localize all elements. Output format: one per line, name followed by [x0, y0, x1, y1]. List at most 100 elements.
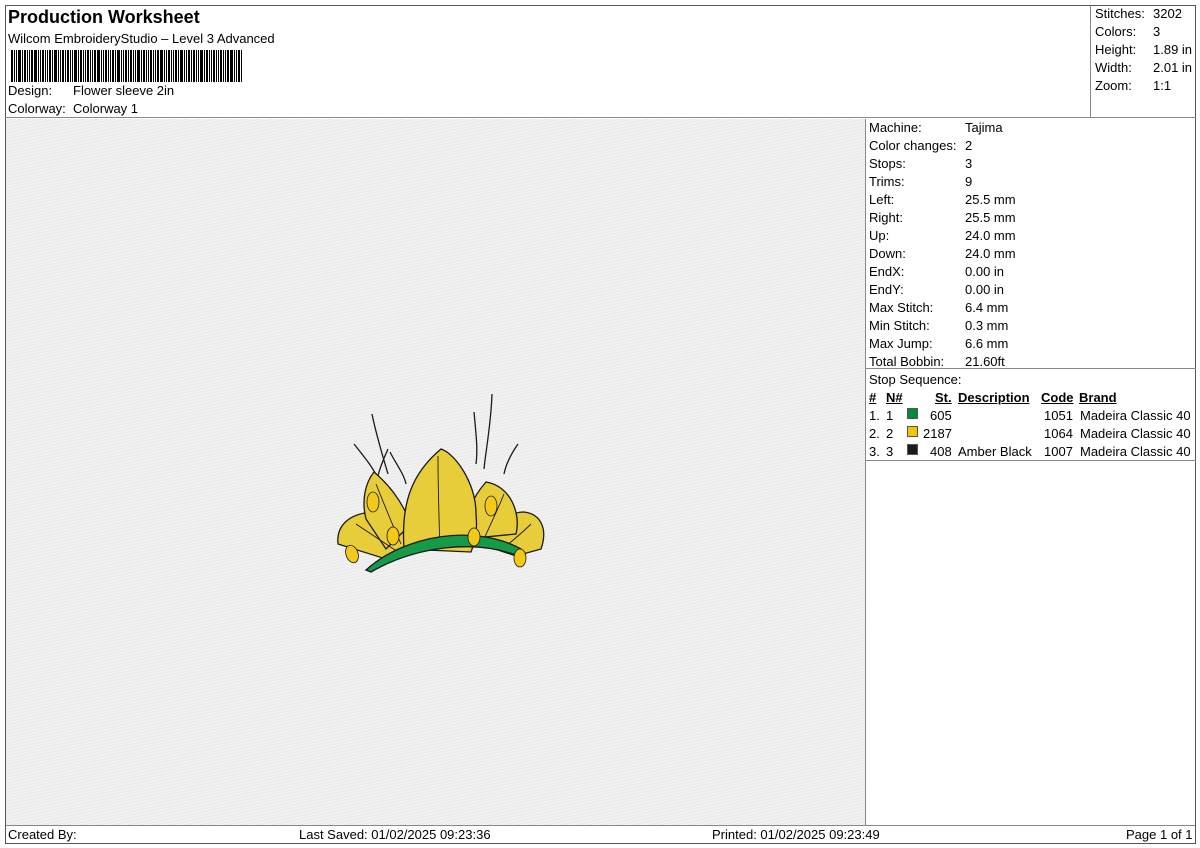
- row-stitches: 408: [930, 444, 952, 459]
- summary-label: Stitches:: [1095, 6, 1145, 21]
- machine-value: 0.00 in: [965, 264, 1005, 279]
- barcode-bar: [65, 50, 66, 82]
- machine-row: Max Stitch: 6.4 mm: [869, 300, 1008, 315]
- barcode-bar: [206, 50, 208, 82]
- stamen-stem: [389, 451, 407, 485]
- barcode-bar: [83, 50, 84, 82]
- barcode-bar: [155, 50, 156, 82]
- barcode-bar: [58, 50, 59, 82]
- barcode-bar: [175, 50, 177, 82]
- barcode-bar: [87, 50, 89, 82]
- machine-label: Right:: [869, 210, 903, 225]
- machine-row: EndX: 0.00 in: [869, 264, 1004, 279]
- stamen-stem: [483, 393, 493, 470]
- machine-value: 0.3 mm: [965, 318, 1009, 333]
- machine-label: Max Jump:: [869, 336, 933, 351]
- machine-value: 6.4 mm: [965, 300, 1009, 315]
- barcode-bar: [153, 50, 154, 82]
- stamen-stem: [473, 411, 478, 465]
- barcode-bar: [180, 50, 183, 82]
- barcode-bar: [67, 50, 69, 82]
- printed-date: Printed: 01/02/2025 09:23:49: [712, 827, 880, 842]
- design-row: Design: Flower sleeve 2in: [8, 83, 174, 98]
- barcode-bar: [74, 50, 77, 82]
- summary-row: Width: 2.01 in: [1095, 60, 1192, 75]
- col-header-code: Code: [1041, 390, 1074, 405]
- stamen-stem: [371, 413, 389, 475]
- barcode-bar: [241, 50, 242, 82]
- barcode-bar: [148, 50, 149, 82]
- colorway-value: Colorway 1: [73, 101, 139, 116]
- row-number: 3.: [869, 444, 880, 459]
- barcode-bar: [22, 50, 23, 82]
- barcode-bar: [18, 50, 21, 82]
- summary-label: Width:: [1095, 60, 1132, 75]
- summary-panel: Stitches: 3202 Colors: 3 Height: 1.89 in Wi…: [1091, 5, 1196, 118]
- barcode-bar: [164, 50, 165, 82]
- barcode-bar: [230, 50, 233, 82]
- barcode-bar: [49, 50, 51, 82]
- design-label: Design:: [8, 83, 53, 98]
- machine-value: 25.5 mm: [965, 192, 1016, 207]
- summary-value: 3202: [1153, 6, 1182, 21]
- barcode-bar: [223, 50, 224, 82]
- machine-value: 6.6 mm: [965, 336, 1009, 351]
- barcode-bar: [29, 50, 30, 82]
- barcode-bar: [105, 50, 107, 82]
- barcode-bar: [234, 50, 235, 82]
- barcode-bar: [184, 50, 185, 82]
- row-description: Amber Black: [958, 444, 1032, 459]
- colorway-label: Colorway:: [8, 101, 66, 116]
- barcode-bar: [211, 50, 212, 82]
- summary-row: Height: 1.89 in: [1095, 42, 1192, 57]
- barcode-bar: [52, 50, 53, 82]
- machine-row: Color changes: 2: [869, 138, 972, 153]
- barcode-bar: [80, 50, 82, 82]
- barcode-bar: [90, 50, 91, 82]
- machine-label: Color changes:: [869, 138, 957, 153]
- barcode-image: [11, 50, 284, 82]
- barcode-bar: [54, 50, 57, 82]
- summary-row: Colors: 3: [1095, 24, 1160, 39]
- barcode-bar: [218, 50, 219, 82]
- barcode-bar: [133, 50, 134, 82]
- barcode-bar: [196, 50, 197, 82]
- barcode-bar: [150, 50, 152, 82]
- barcode-bar: [45, 50, 46, 82]
- barcode-bar: [146, 50, 147, 82]
- summary-row: Zoom: 1:1: [1095, 78, 1171, 93]
- machine-info-panel: Machine: Tajima Color changes: 2 Stops: 3 T…: [866, 119, 1196, 369]
- machine-row: Max Jump: 6.6 mm: [869, 336, 1008, 351]
- barcode-bar: [110, 50, 111, 82]
- summary-label: Height:: [1095, 42, 1137, 57]
- created-by: Created By:: [8, 827, 77, 842]
- barcode-bar: [178, 50, 179, 82]
- col-header-stitches: St.: [935, 390, 952, 405]
- machine-row: Min Stitch: 0.3 mm: [869, 318, 1008, 333]
- row-number: 2.: [869, 426, 880, 441]
- page-number: Page 1 of 1: [1126, 827, 1193, 842]
- machine-label: Total Bobbin:: [869, 354, 945, 369]
- summary-value: 2.01 in: [1153, 60, 1193, 75]
- barcode-bar: [157, 50, 159, 82]
- barcode-bar: [38, 50, 39, 82]
- machine-label: Left:: [869, 192, 895, 207]
- barcode-bar: [40, 50, 41, 82]
- summary-value: 1:1: [1153, 78, 1172, 93]
- barcode-bar: [85, 50, 86, 82]
- barcode-bar: [191, 50, 192, 82]
- machine-value: Tajima: [965, 120, 1003, 135]
- worksheet-footer: Created By: Last Saved: 01/02/2025 09:23…: [6, 825, 1195, 843]
- barcode-bar: [227, 50, 229, 82]
- row-brand: Madeira Classic 40: [1080, 444, 1191, 459]
- barcode-bar: [112, 50, 114, 82]
- barcode-bar: [238, 50, 240, 82]
- barcode-bar: [42, 50, 44, 82]
- barcode-bar: [94, 50, 96, 82]
- machine-label: Trims:: [869, 174, 905, 189]
- stamen-bud: [513, 548, 527, 568]
- barcode-bar: [27, 50, 28, 82]
- row-code: 1007: [1044, 444, 1073, 459]
- machine-value: 0.00 in: [965, 282, 1005, 297]
- barcode-bar: [78, 50, 79, 82]
